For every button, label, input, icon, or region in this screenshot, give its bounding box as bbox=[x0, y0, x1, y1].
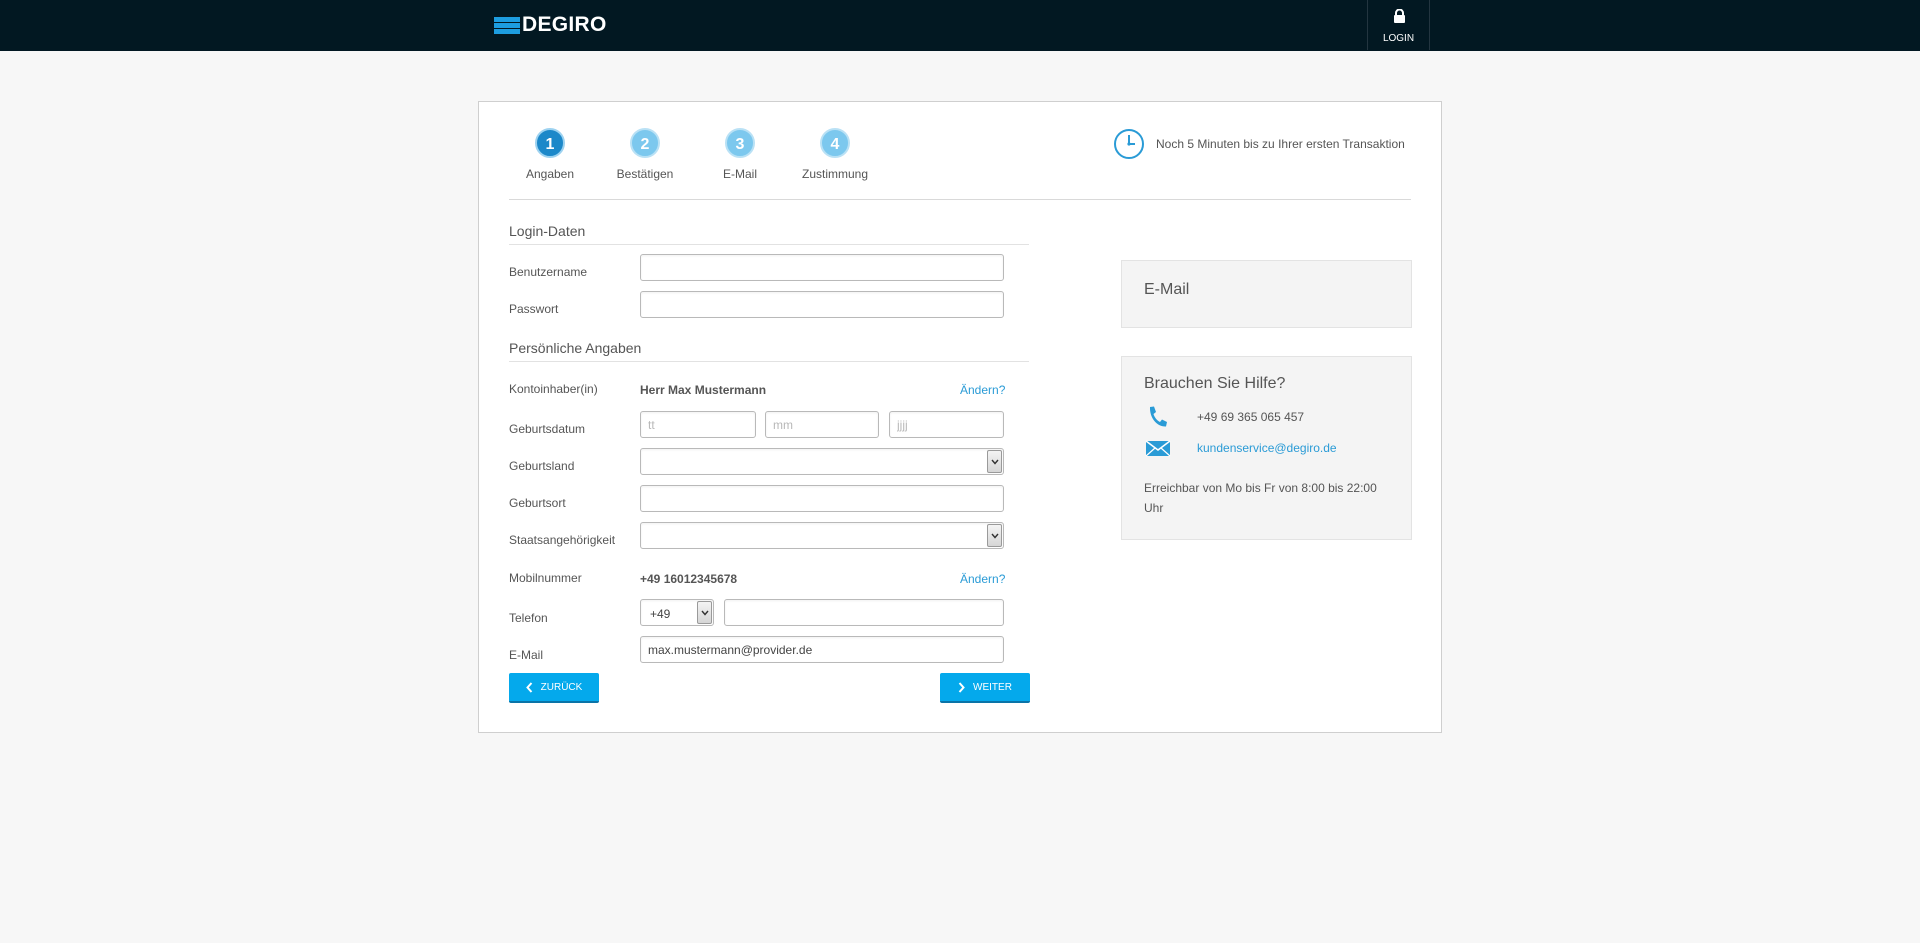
mobile-value: +49 16012345678 bbox=[640, 572, 738, 586]
birthdate-day-input[interactable] bbox=[640, 411, 756, 438]
step-label: Angaben bbox=[525, 167, 575, 181]
phone-label: Telefon bbox=[509, 611, 548, 625]
change-account-holder-link[interactable]: Ändern? bbox=[960, 383, 1005, 397]
birth-country-select[interactable] bbox=[640, 448, 1004, 475]
phone-prefix-select[interactable]: +49 bbox=[640, 599, 714, 626]
chevron-down-icon bbox=[987, 450, 1002, 473]
back-button-label: ZURÜCK bbox=[540, 681, 583, 693]
step-label: Bestätigen bbox=[616, 167, 674, 181]
step-number-circle: 4 bbox=[820, 128, 850, 158]
opening-hours: Erreichbar von Mo bis Fr von 8:00 bis 22… bbox=[1144, 481, 1377, 515]
next-button[interactable]: WEITER bbox=[940, 673, 1030, 703]
step-label: Zustimmung bbox=[801, 167, 869, 181]
logo-text: DEGIRO bbox=[522, 13, 607, 36]
lock-icon bbox=[1394, 9, 1405, 23]
next-button-label: WEITER bbox=[973, 681, 1012, 693]
clock-icon bbox=[1114, 129, 1144, 159]
email-input[interactable] bbox=[640, 636, 1004, 663]
phone-row: +49 69 365 065 457 bbox=[1144, 405, 1304, 429]
registration-card: 1 Angaben 2 Bestätigen 3 E-Mail 4 Zustim… bbox=[478, 101, 1442, 733]
mobile-label: Mobilnummer bbox=[509, 571, 582, 585]
phone-icon bbox=[1149, 406, 1167, 427]
password-label: Passwort bbox=[509, 302, 559, 316]
email-info-box: E-Mail bbox=[1121, 260, 1412, 328]
phone-number: +49 69 365 065 457 bbox=[1197, 410, 1305, 424]
account-holder-label: Kontoinhaber(in) bbox=[509, 382, 598, 396]
section-title-personal: Persönliche Angaben bbox=[509, 340, 1029, 362]
birthdate-label: Geburtsdatum bbox=[509, 422, 586, 436]
degiro-logo[interactable]: DEGIRO bbox=[494, 13, 607, 36]
logo-mark-icon bbox=[494, 16, 520, 34]
help-box-title: Brauchen Sie Hilfe? bbox=[1144, 375, 1286, 392]
step-email: 3 E-Mail bbox=[695, 128, 785, 181]
username-input[interactable] bbox=[640, 254, 1004, 281]
chevron-left-icon bbox=[525, 681, 532, 693]
step-number-circle: 3 bbox=[725, 128, 755, 158]
step-number-circle: 1 bbox=[535, 128, 565, 158]
email-box-title: E-Mail bbox=[1144, 281, 1190, 298]
change-mobile-link[interactable]: Ändern? bbox=[960, 572, 1005, 586]
phone-input[interactable] bbox=[724, 599, 1004, 626]
timer-text: Noch 5 Minuten bis zu Ihrer ersten Trans… bbox=[1156, 137, 1405, 151]
login-button[interactable]: LOGIN bbox=[1367, 0, 1430, 50]
email-row: kundenservice@degiro.de bbox=[1144, 436, 1337, 460]
envelope-icon bbox=[1145, 440, 1171, 457]
back-button[interactable]: ZURÜCK bbox=[509, 673, 599, 703]
step-angaben: 1 Angaben bbox=[505, 128, 595, 181]
birth-country-label: Geburtsland bbox=[509, 459, 575, 473]
select-value: +49 bbox=[650, 607, 671, 621]
step-zustimmung: 4 Zustimmung bbox=[790, 128, 880, 181]
birth-place-input[interactable] bbox=[640, 485, 1004, 512]
time-estimate: Noch 5 Minuten bis zu Ihrer ersten Trans… bbox=[1113, 128, 1405, 160]
chevron-down-icon bbox=[697, 601, 712, 624]
birth-place-label: Geburtsort bbox=[509, 496, 566, 510]
help-box: Brauchen Sie Hilfe? +49 69 365 065 457 k… bbox=[1121, 356, 1412, 540]
nationality-select[interactable] bbox=[640, 522, 1004, 549]
step-number-circle: 2 bbox=[630, 128, 660, 158]
step-bestaetigen: 2 Bestätigen bbox=[600, 128, 690, 181]
nationality-label: Staatsangehörigkeit bbox=[509, 533, 616, 547]
password-input[interactable] bbox=[640, 291, 1004, 318]
divider bbox=[509, 199, 1411, 200]
support-email-link[interactable]: kundenservice@degiro.de bbox=[1197, 441, 1337, 455]
login-label: LOGIN bbox=[1382, 33, 1415, 44]
email-label: E-Mail bbox=[509, 648, 544, 662]
top-bar: DEGIRO LOGIN bbox=[0, 0, 1920, 51]
section-title-login: Login-Daten bbox=[509, 223, 1029, 245]
chevron-right-icon bbox=[958, 681, 965, 693]
account-holder-value: Herr Max Mustermann bbox=[640, 383, 767, 397]
birthdate-month-input[interactable] bbox=[765, 411, 879, 438]
step-label: E-Mail bbox=[722, 167, 757, 181]
username-label: Benutzername bbox=[509, 265, 588, 279]
chevron-down-icon bbox=[987, 524, 1002, 547]
birthdate-year-input[interactable] bbox=[889, 411, 1004, 438]
